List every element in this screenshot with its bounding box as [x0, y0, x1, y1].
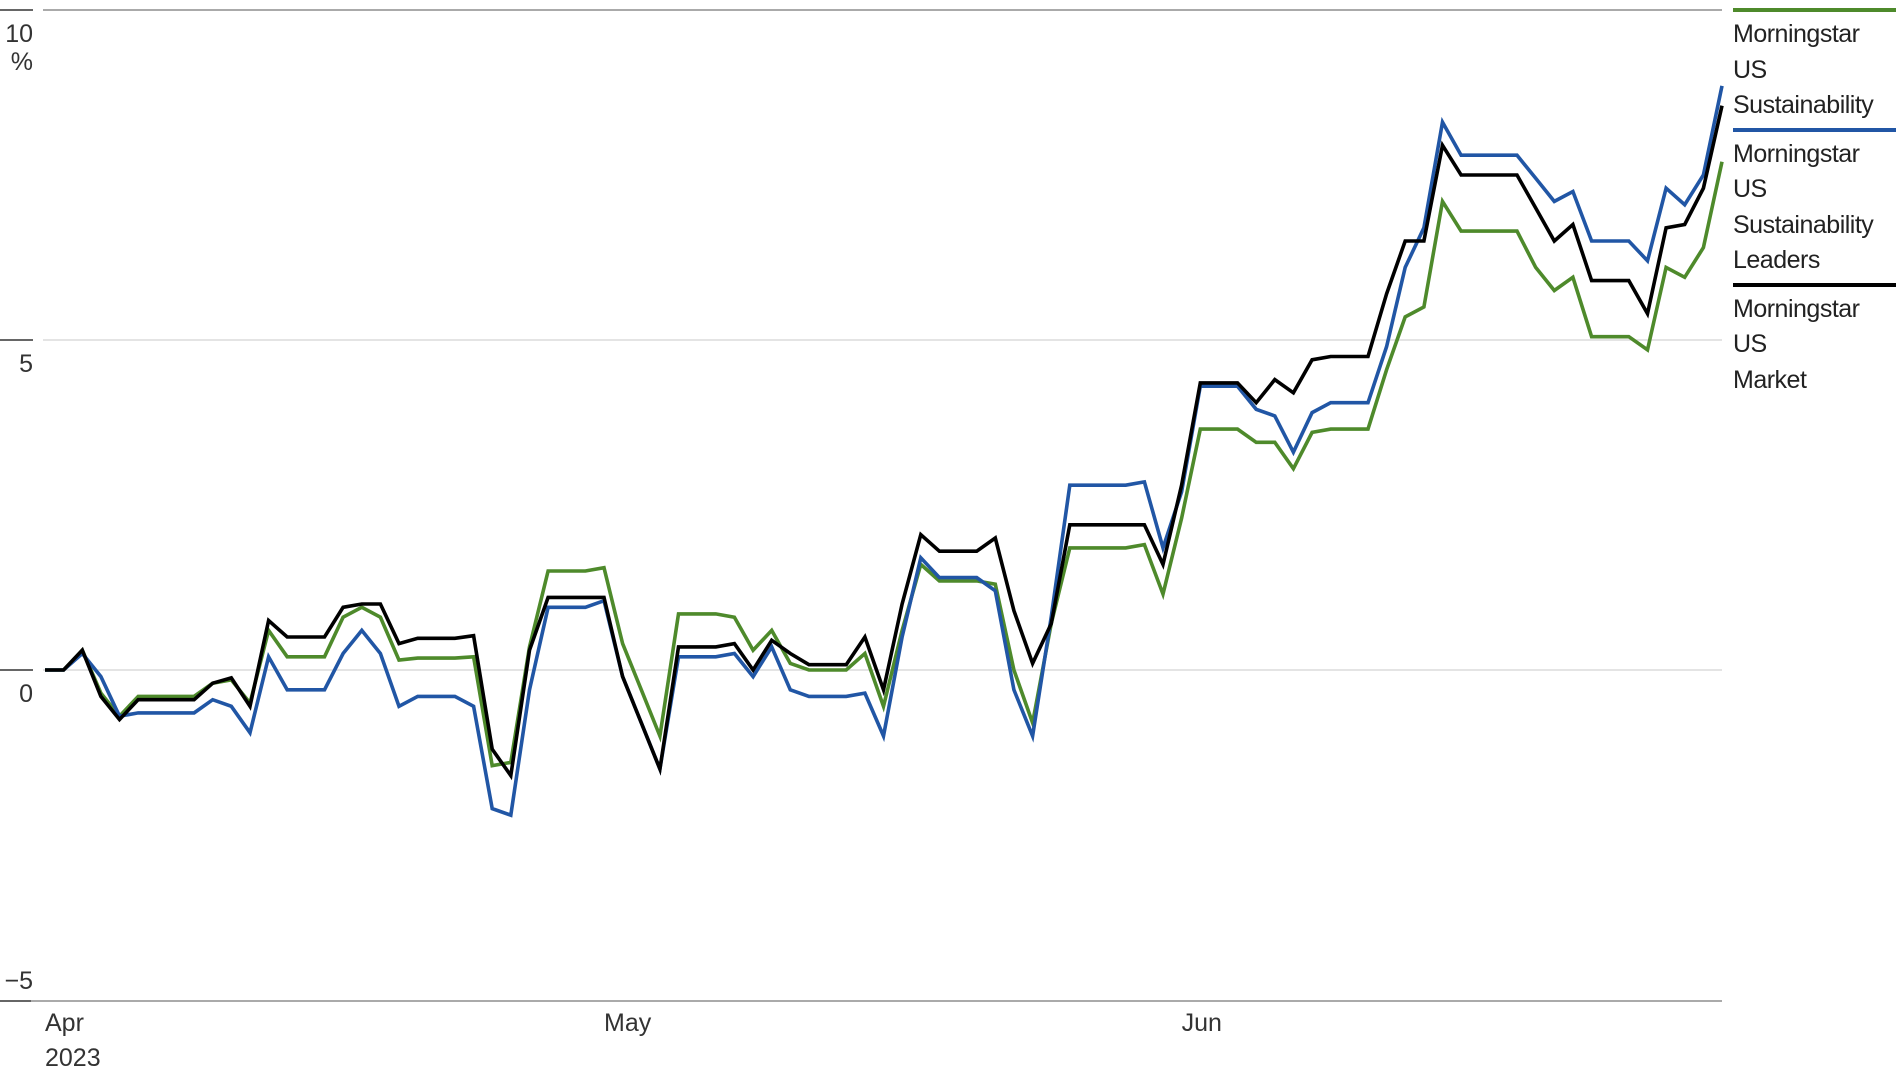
y-tick-label: −5 [4, 967, 33, 995]
legend-label-line: US [1733, 55, 1767, 84]
legend-label: Morningstar US Market [1733, 287, 1896, 403]
x-tick-label: May [604, 1009, 652, 1037]
legend-label-line: Morningstar [1733, 294, 1860, 323]
y-tick-label: 5 [19, 350, 33, 378]
legend-label-line: Morningstar [1733, 139, 1860, 168]
legend-item: Morningstar US Sustainability [1733, 8, 1896, 128]
y-axis: 10% 5 0 −5 [0, 9, 33, 1002]
legend-label-line: Morningstar [1733, 20, 1860, 48]
legend-label-line: Market [1733, 365, 1807, 394]
y-tick-label: 10 [5, 20, 33, 48]
legend-item: Morningstar US Market [1733, 282, 1896, 403]
legend-label-line: US [1733, 330, 1767, 358]
legend: Morningstar US Sustainability Morningstar US… [1733, 8, 1896, 402]
legend-item: Morningstar US Sustainability Leaders [1733, 127, 1896, 283]
series-lines [45, 85, 1724, 818]
series-line-morningstar-us-market [45, 105, 1724, 781]
legend-label-line: Sustainability [1733, 210, 1874, 239]
x-tick-label: Apr [45, 1009, 84, 1037]
series-line-morningstar-us-sustainability [45, 161, 1724, 768]
x-axis: Apr 2023 May Jun [31, 1000, 1722, 1066]
legend-label-line: US [1733, 175, 1767, 203]
line-chart: 10% 5 0 −5 Apr 2023 May Jun [0, 9, 1724, 1066]
gridlines [43, 9, 1722, 671]
y-unit-label: % [11, 48, 33, 76]
legend-label: Morningstar US Sustainability [1733, 12, 1896, 128]
x-tick-sublabel: 2023 [45, 1044, 101, 1066]
y-tick-label: 0 [19, 680, 33, 708]
legend-label-line: Leaders [1733, 246, 1820, 274]
x-tick-label: Jun [1182, 1009, 1222, 1037]
legend-label: Morningstar US Sustainability Leaders [1733, 132, 1896, 283]
legend-label-line: Sustainability [1733, 91, 1874, 119]
